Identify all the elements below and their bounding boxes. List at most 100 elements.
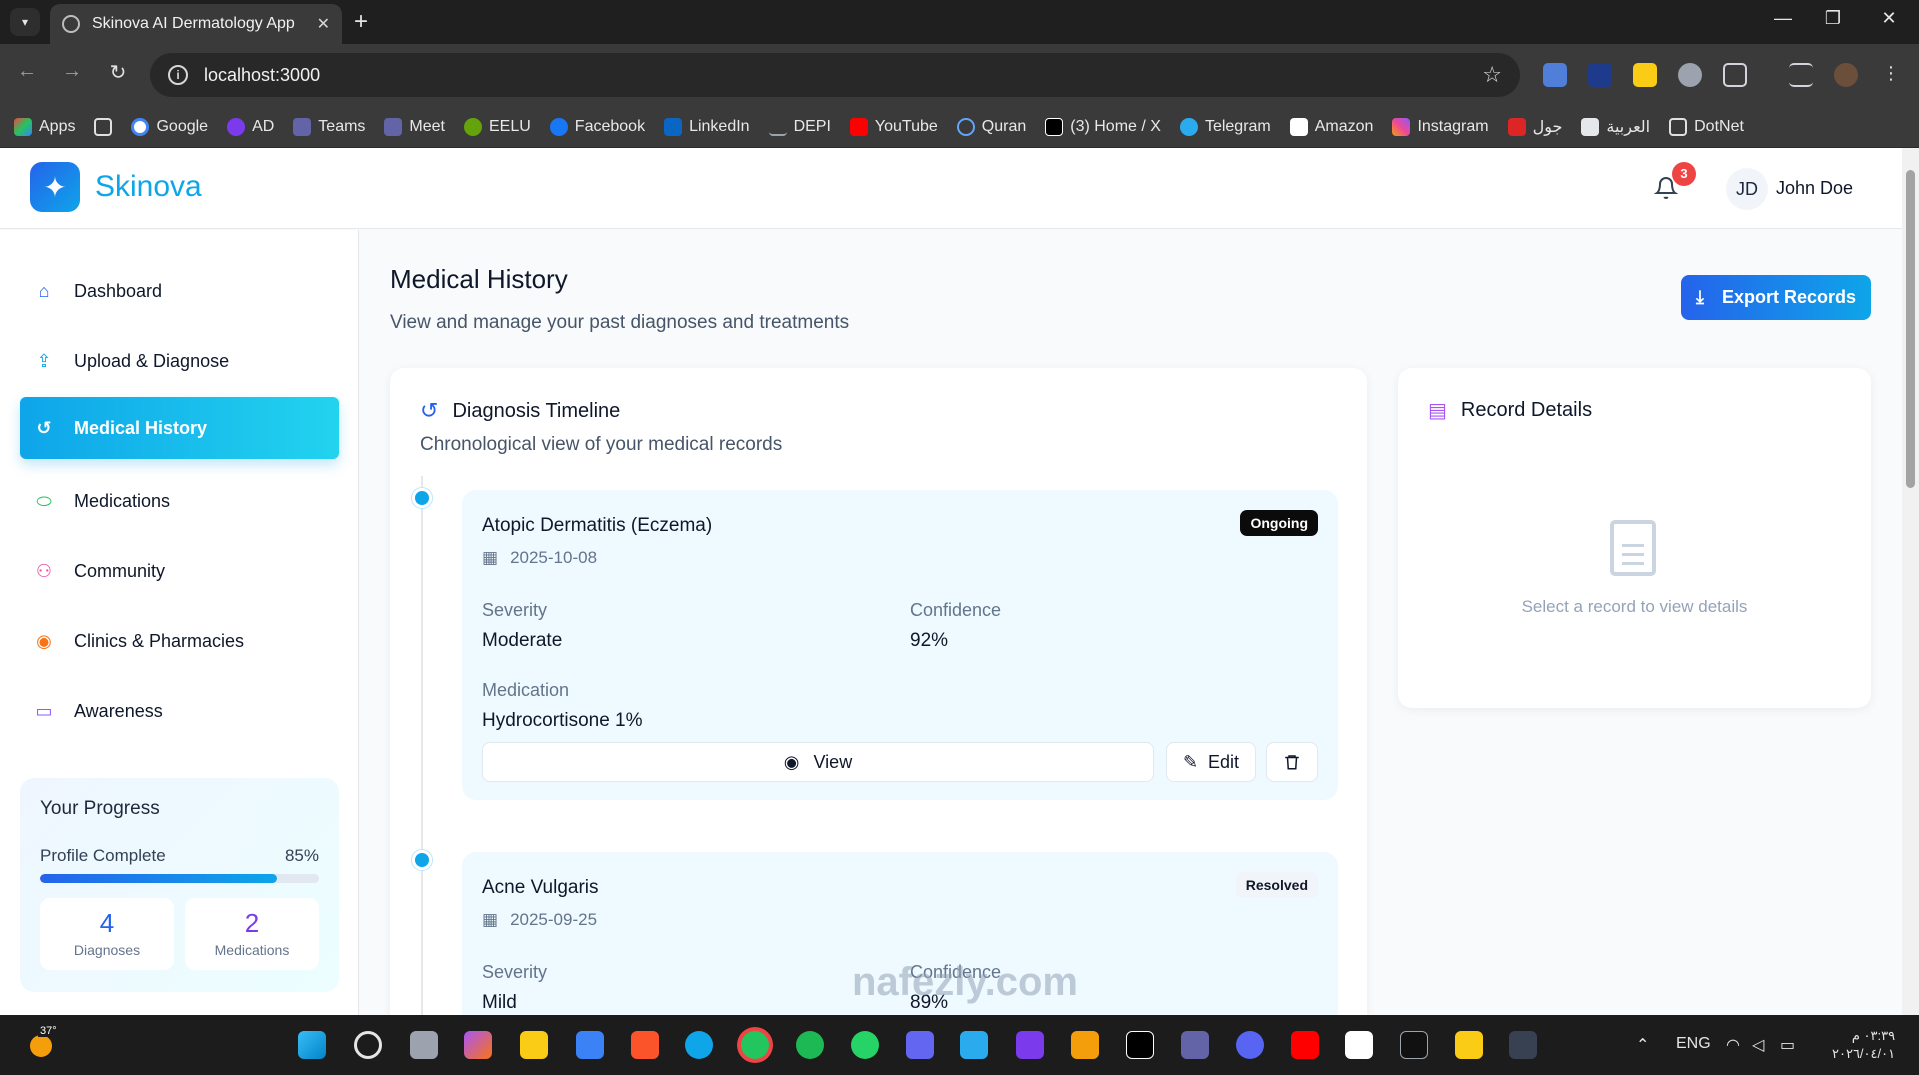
reload-icon[interactable]: ↻ (103, 60, 133, 85)
translate-extension-icon[interactable] (1543, 63, 1567, 87)
profile-avatar-icon[interactable] (1834, 63, 1858, 87)
browser-menu-icon[interactable]: ⋮ (1879, 63, 1903, 87)
puzzle-extension-icon[interactable] (1678, 63, 1702, 87)
view-button[interactable]: ◉ View (482, 742, 1154, 782)
sidebar-item-dashboard[interactable]: ⌂ Dashboard (20, 260, 339, 322)
bookmark-google[interactable]: Google (131, 117, 208, 136)
map-pin-icon: ◉ (36, 630, 52, 651)
gol-icon (1507, 117, 1526, 136)
sidebar-item-label: Awareness (74, 700, 163, 721)
extensions-icon[interactable] (1723, 63, 1747, 87)
bookmark-facebook[interactable]: Facebook (549, 117, 645, 136)
file-explorer-icon[interactable] (520, 1031, 548, 1059)
bookmark-ad[interactable]: AD (227, 117, 274, 136)
discord-icon[interactable] (1236, 1031, 1264, 1059)
edit-button[interactable]: ✎ Edit (1166, 742, 1256, 782)
sidebar-item-community[interactable]: ⚇ Community (20, 540, 339, 602)
bookmark-telegram[interactable]: Telegram (1179, 117, 1271, 136)
visual-studio-icon[interactable] (1016, 1031, 1044, 1059)
bookmark-teams[interactable]: Teams (293, 117, 365, 136)
notes-extension-icon[interactable] (1633, 63, 1657, 87)
copilot-icon[interactable] (464, 1031, 492, 1059)
sidebar-item-medications[interactable]: ⬭ Medications (20, 470, 339, 532)
notion-icon[interactable] (1345, 1031, 1373, 1059)
avatar[interactable]: JD (1726, 168, 1768, 210)
quran-icon (956, 117, 975, 136)
bookmark-grid[interactable] (94, 117, 113, 136)
scrollbar-thumb[interactable] (1906, 170, 1915, 488)
bookmark-gol[interactable]: جول (1507, 117, 1562, 137)
globe-icon (62, 15, 80, 33)
teams-classic-icon[interactable] (1181, 1031, 1209, 1059)
sparkles-logo-icon[interactable]: ✦ (30, 162, 80, 212)
bookmark-star-icon[interactable]: ☆ (1482, 62, 1502, 88)
brand-name[interactable]: Skinova (95, 170, 202, 204)
youtube-icon (849, 117, 868, 136)
bookmark-amazon[interactable]: Amazon (1289, 117, 1373, 136)
bookmark-linkedin[interactable]: LinkedIn (664, 117, 750, 136)
bookmark-dotnet[interactable]: DotNet (1669, 117, 1744, 136)
bookmark-x[interactable]: (3) Home / X (1045, 117, 1161, 136)
new-tab-button[interactable]: + (354, 8, 368, 36)
bookmark-instagram[interactable]: Instagram (1392, 117, 1489, 136)
volume-icon[interactable]: ◁ (1752, 1035, 1764, 1055)
bookmark-quran[interactable]: Quran (956, 117, 1026, 136)
restore-icon[interactable]: ❐ (1810, 8, 1856, 29)
progress-bar-fill (40, 874, 278, 883)
youtube-taskbar-icon[interactable] (1291, 1031, 1319, 1059)
sidebar-item-clinics-pharmacies[interactable]: ◉ Clinics & Pharmacies (20, 610, 339, 672)
sidebar-item-awareness[interactable]: ▭ Awareness (20, 680, 339, 742)
page-scrollbar[interactable] (1902, 148, 1919, 1015)
minimize-icon[interactable]: — (1760, 8, 1806, 29)
system-clock[interactable]: ٠٣:٣٩ م ٢٠٢٦/٠٤/٠١ (1832, 1027, 1895, 1063)
start-icon[interactable] (298, 1031, 326, 1059)
weather-widget[interactable]: 37° (26, 1025, 60, 1059)
edge-icon[interactable] (685, 1031, 713, 1059)
address-bar[interactable]: i localhost:3000 ☆ (150, 53, 1520, 97)
spotify-icon[interactable] (796, 1031, 824, 1059)
back-icon[interactable]: ← (12, 60, 42, 83)
instagram-icon (1392, 117, 1411, 136)
chrome-icon[interactable] (741, 1031, 769, 1059)
teams-taskbar-icon[interactable] (906, 1031, 934, 1059)
close-tab-icon[interactable]: ✕ (317, 14, 330, 34)
sidebar-item-upload-diagnose[interactable]: ⇪ Upload & Diagnose (20, 330, 339, 392)
export-records-button[interactable]: ⤓ Export Records (1681, 275, 1871, 320)
search-icon[interactable] (354, 1031, 382, 1059)
terminal-icon[interactable] (1509, 1031, 1537, 1059)
timeline-dot (412, 850, 432, 870)
window-close-icon[interactable]: ✕ (1866, 8, 1912, 29)
forward-icon[interactable]: → (57, 60, 87, 83)
bookmark-meet[interactable]: Meet (384, 117, 445, 136)
read-aloud-extension-icon[interactable] (1588, 63, 1612, 87)
epic-games-icon[interactable] (1400, 1031, 1428, 1059)
sidebar-item-medical-history[interactable]: ↺ Medical History (20, 397, 339, 459)
tab-search-icon[interactable] (1789, 63, 1813, 87)
bookmark-depi[interactable]: DEPI (768, 118, 831, 136)
task-view-icon[interactable] (410, 1031, 438, 1059)
delete-button[interactable] (1266, 742, 1318, 782)
wifi-icon[interactable]: ◠ (1726, 1035, 1740, 1055)
x-taskbar-icon[interactable] (1126, 1031, 1154, 1059)
keep-notes-icon[interactable] (1455, 1031, 1483, 1059)
bookmark-eelu[interactable]: EELU (464, 117, 531, 136)
record-card[interactable]: Atopic Dermatitis (Eczema) ▦ 2025-10-08 … (462, 490, 1338, 800)
bookmark-apps[interactable]: Apps (14, 117, 75, 136)
url-text: localhost:3000 (204, 64, 321, 85)
bookmark-youtube[interactable]: YouTube (849, 117, 938, 136)
telegram-taskbar-icon[interactable] (960, 1031, 988, 1059)
sublime-icon[interactable] (1071, 1031, 1099, 1059)
browser-tab[interactable]: Skinova AI Dermatology App ✕ (50, 4, 342, 44)
teams-icon (293, 117, 312, 136)
download-icon: ⤓ (1695, 287, 1704, 307)
brave-icon[interactable] (631, 1031, 659, 1059)
bookmark-arabic[interactable]: العربية (1581, 117, 1650, 137)
user-name[interactable]: John Doe (1776, 178, 1853, 199)
tab-list-button[interactable]: ▾ (10, 8, 40, 36)
language-indicator[interactable]: ENG (1676, 1035, 1711, 1053)
whatsapp-icon[interactable] (851, 1031, 879, 1059)
chevron-up-icon[interactable]: ⌃ (1636, 1035, 1649, 1055)
store-icon[interactable] (576, 1031, 604, 1059)
site-info-icon[interactable]: i (168, 65, 188, 85)
battery-icon[interactable]: ▭ (1780, 1035, 1795, 1055)
